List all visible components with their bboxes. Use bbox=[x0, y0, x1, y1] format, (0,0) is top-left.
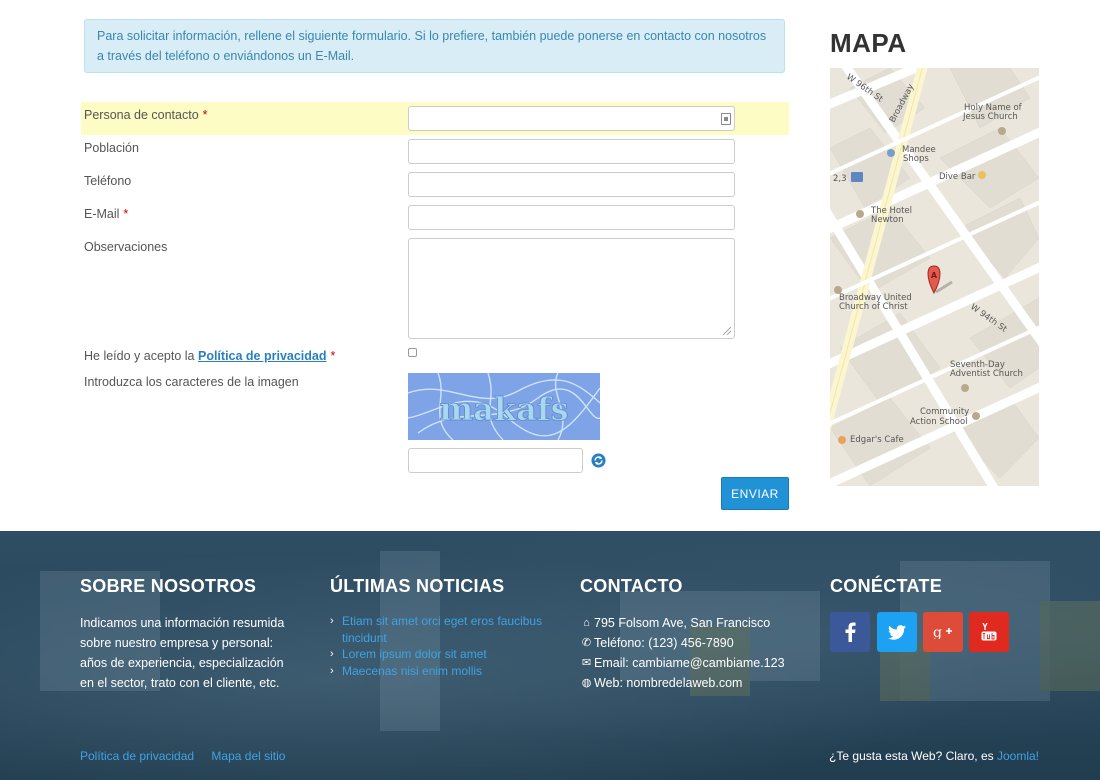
city-input[interactable] bbox=[408, 139, 735, 164]
svg-text:Dive Bar: Dive Bar bbox=[939, 172, 976, 182]
city-label: Población bbox=[84, 141, 139, 155]
about-title: SOBRE NOSOTROS bbox=[80, 576, 257, 596]
svg-text:Church of Christ: Church of Christ bbox=[839, 302, 908, 312]
required-mark: * bbox=[202, 108, 208, 122]
news-list: › Etiam sit amet orci eget eros faucibus … bbox=[330, 613, 545, 679]
captcha-image: makafs bbox=[408, 373, 600, 440]
svg-text:A: A bbox=[931, 271, 938, 280]
form-row-city: Población bbox=[81, 135, 789, 168]
captcha-text: makafs bbox=[439, 390, 568, 428]
footer-privacy-link[interactable]: Política de privacidad bbox=[80, 749, 194, 763]
submit-button[interactable]: ENVIAR bbox=[721, 477, 789, 510]
map[interactable]: W 96th St Broadway Holy Name of Jesus Ch… bbox=[830, 68, 1039, 486]
main-content: Para solicitar información, rellene el s… bbox=[0, 0, 1100, 531]
captcha-input[interactable] bbox=[408, 448, 583, 473]
form-row-phone: Teléfono bbox=[81, 168, 789, 201]
form-row-contact: Persona de contacto * bbox=[81, 102, 789, 135]
privacy-policy-link[interactable]: Política de privacidad bbox=[198, 349, 327, 363]
resize-grip-icon[interactable] bbox=[723, 327, 731, 335]
refresh-captcha-icon[interactable] bbox=[591, 453, 606, 468]
captcha-label: Introduzca los caracteres de la imagen bbox=[84, 375, 299, 389]
form-row-privacy: He leído y acepto la Política de privaci… bbox=[81, 342, 789, 368]
notes-label: Observaciones bbox=[84, 240, 168, 254]
footer-links: Política de privacidad Mapa del sitio bbox=[80, 749, 299, 763]
chevron-right-icon: › bbox=[330, 648, 334, 660]
contact-title: CONTACTO bbox=[580, 576, 683, 596]
google-plus-icon: g bbox=[933, 625, 952, 639]
news-item[interactable]: › Maecenas nisi enim mollis bbox=[330, 663, 545, 680]
svg-text:g: g bbox=[933, 625, 942, 639]
contact-email: ✉ Email: cambiame@cambiame.123 bbox=[580, 653, 785, 673]
map-canvas[interactable]: W 96th St Broadway Holy Name of Jesus Ch… bbox=[830, 68, 1039, 486]
svg-text:Adventist Church: Adventist Church bbox=[950, 369, 1023, 379]
svg-text:Jesus Church: Jesus Church bbox=[962, 112, 1018, 122]
envelope-icon: ✉ bbox=[581, 657, 592, 669]
contact-info: ⌂ 795 Folsom Ave, San Francisco ✆ Teléfono… bbox=[580, 613, 785, 693]
home-icon: ⌂ bbox=[583, 617, 590, 629]
youtube-icon bbox=[981, 623, 997, 641]
contact-address: ⌂ 795 Folsom Ave, San Francisco bbox=[580, 613, 785, 633]
facebook-button[interactable] bbox=[830, 612, 870, 652]
svg-text:Newton: Newton bbox=[871, 215, 903, 225]
google-plus-button[interactable]: g bbox=[923, 612, 963, 652]
captcha-noise: makafs bbox=[408, 373, 600, 440]
footer-sitemap-link[interactable]: Mapa del sitio bbox=[211, 749, 285, 763]
joomla-link[interactable]: Joomla! bbox=[997, 749, 1039, 763]
news-title: ÚLTIMAS NOTICIAS bbox=[330, 576, 505, 596]
chevron-right-icon: › bbox=[330, 664, 334, 677]
contact-web: ◍ Web: nombredelaweb.com bbox=[580, 673, 785, 693]
form-row-email: E-Mail * bbox=[81, 201, 789, 234]
about-text: Indicamos una información resumida sobre… bbox=[80, 616, 285, 690]
svg-text:2,3: 2,3 bbox=[833, 174, 847, 184]
contact-label: Persona de contacto * bbox=[84, 108, 208, 122]
privacy-label: He leído y acepto la Política de privaci… bbox=[84, 349, 336, 363]
phone-input[interactable] bbox=[408, 172, 735, 197]
form-row-notes: Observaciones bbox=[81, 234, 789, 342]
info-alert-text: Para solicitar información, rellene el s… bbox=[97, 29, 767, 63]
autofill-icon[interactable] bbox=[721, 113, 731, 125]
svg-text:Community: Community bbox=[920, 407, 969, 417]
notes-textarea[interactable] bbox=[408, 238, 735, 339]
required-mark: * bbox=[123, 207, 129, 221]
twitter-button[interactable] bbox=[877, 612, 917, 652]
svg-text:Action School: Action School bbox=[910, 417, 968, 427]
contact-input[interactable] bbox=[408, 106, 735, 131]
contact-phone: ✆ Teléfono: (123) 456-7890 bbox=[580, 633, 785, 653]
map-title: MAPA bbox=[830, 28, 907, 58]
chevron-right-icon: › bbox=[330, 615, 334, 627]
svg-text:Edgar's Cafe: Edgar's Cafe bbox=[850, 435, 904, 445]
footer-credit: ¿Te gusta esta Web? Claro, es Joomla! bbox=[829, 749, 1039, 763]
footer: SOBRE NOSOTROS Indicamos una información… bbox=[0, 531, 1100, 780]
facebook-icon bbox=[845, 622, 856, 642]
globe-icon: ◍ bbox=[581, 677, 592, 689]
news-item[interactable]: › Lorem ipsum dolor sit amet bbox=[330, 646, 545, 663]
svg-text:Shops: Shops bbox=[903, 154, 929, 164]
connect-title: CONÉCTATE bbox=[830, 576, 943, 596]
info-alert: Para solicitar información, rellene el s… bbox=[84, 19, 785, 73]
phone-label: Teléfono bbox=[84, 174, 132, 188]
twitter-icon bbox=[888, 624, 906, 640]
news-item[interactable]: › Etiam sit amet orci eget eros faucibus … bbox=[330, 613, 545, 646]
phone-icon: ✆ bbox=[581, 637, 592, 649]
email-input[interactable] bbox=[408, 205, 735, 230]
youtube-button[interactable] bbox=[969, 612, 1009, 652]
email-label: E-Mail * bbox=[84, 207, 129, 221]
required-mark: * bbox=[330, 349, 336, 363]
privacy-checkbox[interactable] bbox=[408, 348, 417, 357]
